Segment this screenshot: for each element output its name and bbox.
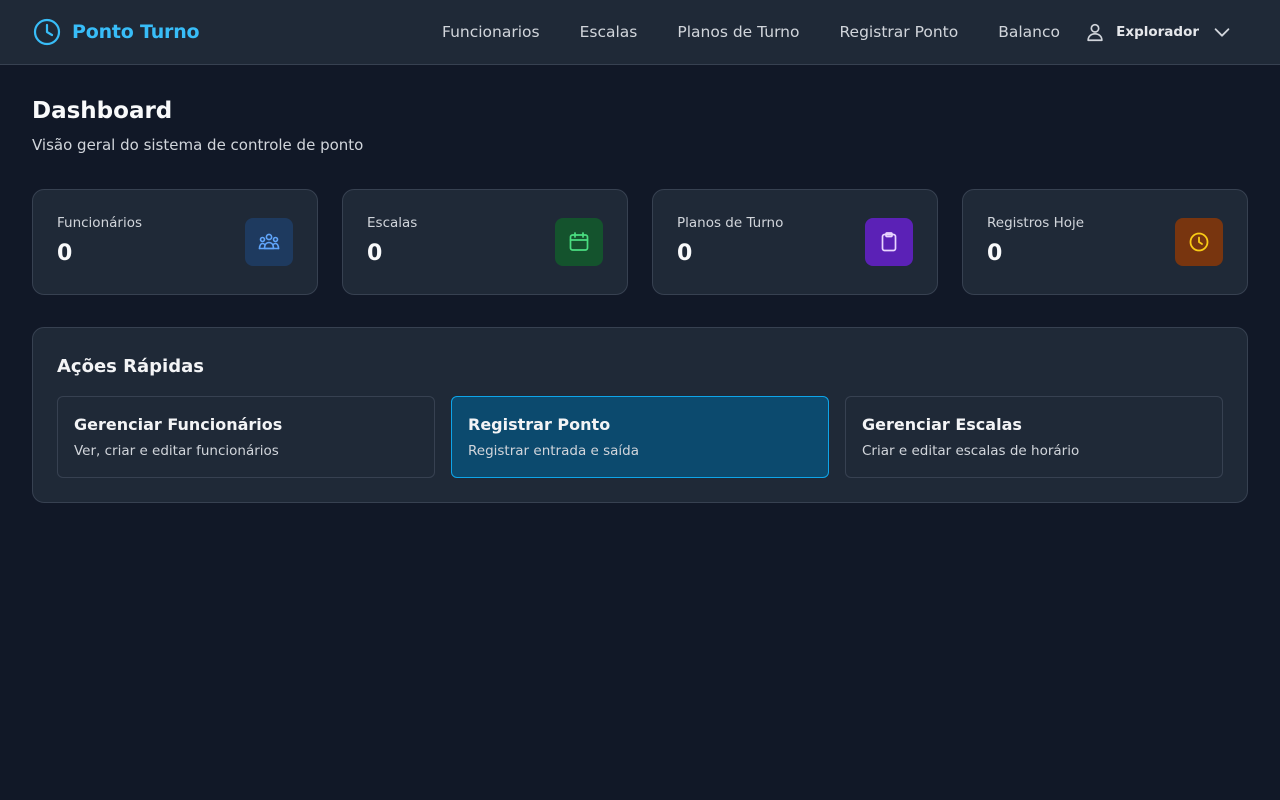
stat-icon-box — [555, 218, 603, 266]
nav-link-planos-de-turno[interactable]: Planos de Turno — [677, 23, 799, 41]
nav-link-balanco[interactable]: Balanco — [998, 23, 1060, 41]
stat-value: 0 — [677, 241, 693, 266]
main-nav: Funcionarios Escalas Planos de Turno Reg… — [442, 0, 1060, 64]
stat-card-escalas: Escalas 0 — [342, 189, 628, 295]
stat-card-registros-hoje: Registros Hoje 0 — [962, 189, 1248, 295]
calendar-icon — [569, 232, 589, 251]
action-card-registrar-ponto[interactable]: Registrar Ponto Registrar entrada e saíd… — [451, 396, 829, 478]
brand-logo-link[interactable]: Ponto Turno — [32, 17, 200, 47]
action-description: Registrar entrada e saída — [468, 443, 639, 459]
stat-label: Registros Hoje — [987, 215, 1085, 231]
stat-value: 0 — [987, 241, 1003, 266]
stat-label: Planos de Turno — [677, 215, 784, 231]
action-card-gerenciar-funcionarios[interactable]: Gerenciar Funcionários Ver, criar e edit… — [57, 396, 435, 478]
stat-value: 0 — [57, 241, 73, 266]
stat-value: 0 — [367, 241, 383, 266]
nav-link-escalas[interactable]: Escalas — [580, 23, 638, 41]
page-subtitle: Visão geral do sistema de controle de po… — [32, 136, 364, 154]
user-icon — [1087, 23, 1103, 42]
action-card-gerenciar-escalas[interactable]: Gerenciar Escalas Criar e editar escalas… — [845, 396, 1223, 478]
user-name: Explorador — [1116, 24, 1199, 40]
app-title: Ponto Turno — [72, 21, 200, 43]
stat-label: Escalas — [367, 215, 418, 231]
stat-card-planos-de-turno: Planos de Turno 0 — [652, 189, 938, 295]
clipboard-icon — [881, 232, 897, 252]
action-title: Gerenciar Funcionários — [74, 415, 283, 434]
quick-actions-panel: Ações Rápidas Gerenciar Funcionários Ver… — [32, 327, 1248, 503]
stat-card-funcionarios: Funcionários 0 — [32, 189, 318, 295]
nav-link-funcionarios[interactable]: Funcionarios — [442, 23, 540, 41]
stat-label: Funcionários — [57, 215, 142, 231]
clock-icon — [33, 18, 61, 46]
page-title: Dashboard — [32, 98, 173, 124]
action-description: Criar e editar escalas de horário — [862, 443, 1080, 459]
clock-icon — [1189, 232, 1209, 252]
stat-icon-box — [1175, 218, 1223, 266]
action-description: Ver, criar e editar funcionários — [74, 443, 279, 459]
quick-actions-title: Ações Rápidas — [57, 356, 204, 377]
chevron-down-icon — [1214, 28, 1230, 37]
stat-icon-box — [245, 218, 293, 266]
stat-icon-box — [865, 218, 913, 266]
user-menu-button[interactable]: Explorador — [1084, 17, 1233, 47]
top-navbar: Ponto Turno Funcionarios Escalas Planos … — [0, 0, 1280, 65]
action-title: Registrar Ponto — [468, 415, 611, 434]
users-icon — [258, 233, 280, 250]
nav-link-registrar-ponto[interactable]: Registrar Ponto — [839, 23, 958, 41]
action-title: Gerenciar Escalas — [862, 415, 1022, 434]
